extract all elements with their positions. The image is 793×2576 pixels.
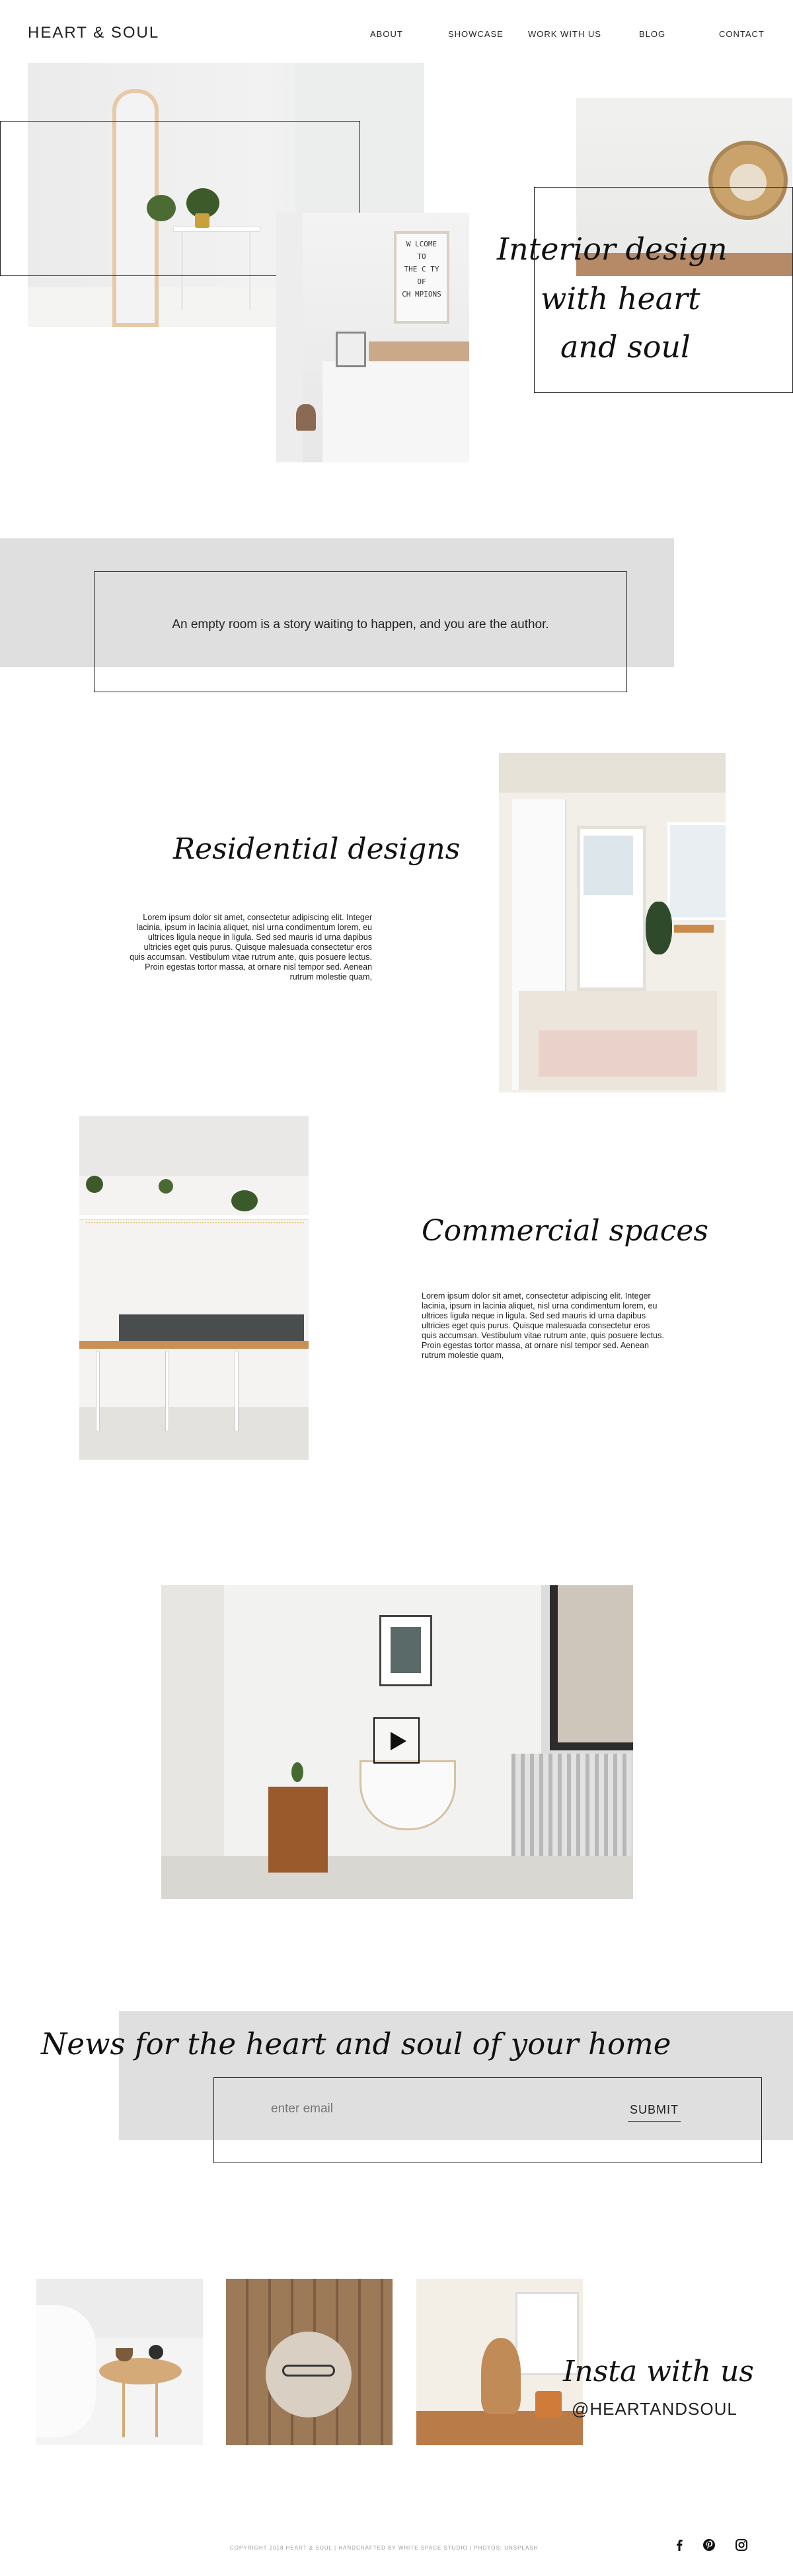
hero-script-line-1: Interior design xyxy=(497,231,728,267)
hero-script-line-2: with heart xyxy=(541,281,700,316)
sign-line: TO xyxy=(417,252,426,261)
site-logo[interactable]: HEART & SOUL xyxy=(28,24,159,42)
submit-button[interactable]: SUBMIT xyxy=(628,2099,681,2122)
sign-board: W LCOME TO THE C TY OF CH MPIONS xyxy=(394,231,449,324)
nav-about[interactable]: ABOUT xyxy=(370,29,403,39)
copyright-text: COPYRIGHT 2018 HEART & SOUL | HANDCRAFTE… xyxy=(230,2545,539,2551)
play-button[interactable] xyxy=(373,1717,420,1764)
insta-photo-table[interactable] xyxy=(36,2279,203,2445)
facebook-icon[interactable] xyxy=(673,2538,686,2552)
quote-text: An empty room is a story waiting to happ… xyxy=(172,618,549,631)
nav-showcase[interactable]: SHOWCASE xyxy=(448,29,504,39)
sign-line: W LCOME xyxy=(406,240,437,248)
insta-photo-kitchen-cat[interactable] xyxy=(416,2279,583,2445)
insta-handle[interactable]: @HEARTANDSOUL xyxy=(572,2399,737,2419)
sign-line: THE C TY xyxy=(404,265,439,273)
nav-blog[interactable]: BLOG xyxy=(639,29,665,39)
commercial-photo-cafe xyxy=(79,1116,309,1460)
commercial-body: Lorem ipsum dolor sit amet, consectetur … xyxy=(422,1291,664,1360)
insta-photo-cat-fence[interactable] xyxy=(226,2279,393,2445)
sign-line: CH MPIONS xyxy=(402,290,441,299)
insta-script: Insta with us xyxy=(563,2355,754,2388)
residential-body: Lorem ipsum dolor sit amet, consectetur … xyxy=(130,913,372,982)
residential-title: Residential designs xyxy=(173,832,461,866)
pinterest-icon[interactable] xyxy=(702,2538,716,2552)
residential-photo-kitchen xyxy=(499,753,726,1092)
hero-photo-bedroom: W LCOME TO THE C TY OF CH MPIONS xyxy=(276,213,469,462)
nav-work-with-us[interactable]: WORK WITH US xyxy=(528,29,601,39)
instagram-icon[interactable] xyxy=(736,2539,747,2551)
newsletter-title: News for the heart and soul of your home xyxy=(41,2026,671,2061)
email-input[interactable] xyxy=(270,2097,550,2121)
hero-script-line-3: and soul xyxy=(560,329,691,365)
nav-contact[interactable]: CONTACT xyxy=(719,29,765,39)
sign-line: OF xyxy=(417,277,426,286)
commercial-title: Commercial spaces xyxy=(422,1214,708,1248)
play-icon xyxy=(391,1732,406,1750)
